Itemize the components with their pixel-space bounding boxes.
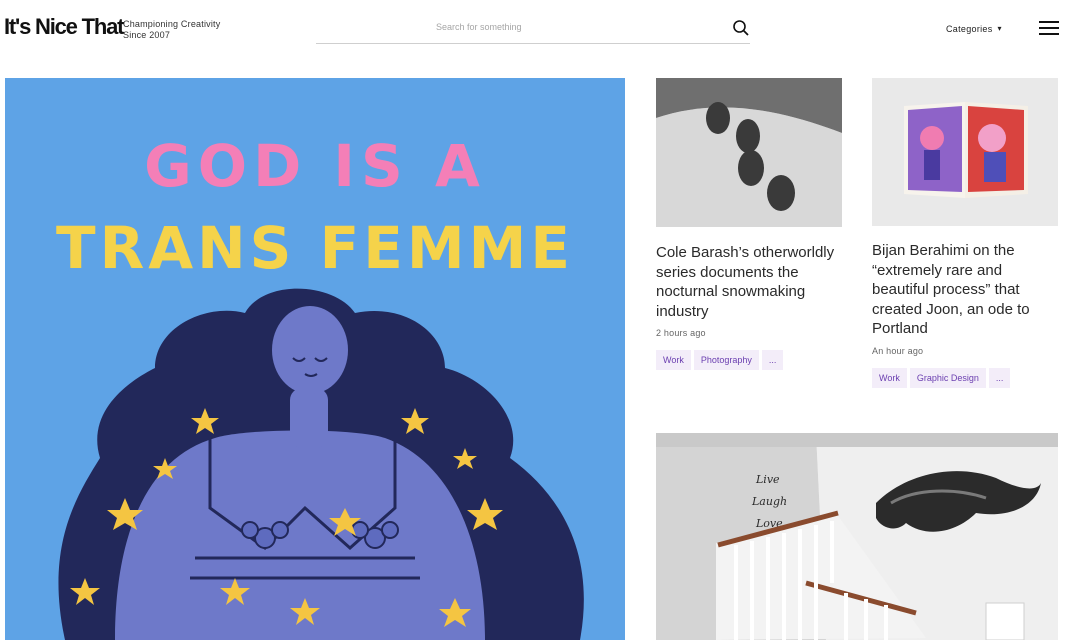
tag-photography[interactable]: Photography (693, 350, 759, 370)
article-1-time: 2 hours ago (656, 328, 706, 338)
article-1-title[interactable]: Cole Barash’s otherworldly series docume… (656, 243, 846, 321)
site-header: It's Nice That Championing Creativity Si… (0, 0, 1066, 60)
hero-artwork: GOD IS A TRANS FEMME (5, 78, 625, 640)
wall-text-laugh: Laugh (751, 495, 787, 508)
tag-work[interactable]: Work (872, 368, 907, 388)
categories-label: Categories (946, 24, 993, 34)
chevron-down-icon: ▾ (997, 24, 1002, 33)
tagline-line-1: Championing Creativity (123, 19, 221, 29)
tag-work[interactable]: Work (656, 350, 691, 370)
tag-more[interactable]: ... (988, 368, 1011, 388)
search-bar (316, 14, 750, 44)
tag-more[interactable]: ... (761, 350, 784, 370)
hero-text-line-2: TRANS FEMME (56, 214, 574, 282)
site-tagline: Championing Creativity Since 2007 (123, 19, 220, 41)
search-input[interactable] (436, 22, 716, 32)
article-2-tags: Work Graphic Design ... (872, 368, 1013, 388)
search-icon[interactable] (732, 19, 750, 37)
wall-text-live: Live (755, 473, 780, 486)
hamburger-menu-icon[interactable] (1039, 21, 1061, 37)
article-2-image[interactable] (872, 78, 1058, 226)
article-1-image[interactable] (656, 78, 842, 227)
hero-text-line-1: GOD IS A (144, 132, 486, 200)
tagline-line-2: Since 2007 (123, 30, 171, 40)
tag-graphic-design[interactable]: Graphic Design (909, 368, 986, 388)
hero-illustration[interactable]: GOD IS A TRANS FEMME (5, 78, 625, 640)
article-1-tags: Work Photography ... (656, 350, 786, 370)
categories-dropdown[interactable]: Categories ▾ (946, 24, 1002, 34)
site-logo[interactable]: It's Nice That (4, 14, 124, 40)
article-3-image[interactable]: Live Laugh Love (656, 433, 1058, 640)
article-2-title[interactable]: Bijan Berahimi on the “extremely rare an… (872, 241, 1060, 339)
article-2-time: An hour ago (872, 346, 924, 356)
